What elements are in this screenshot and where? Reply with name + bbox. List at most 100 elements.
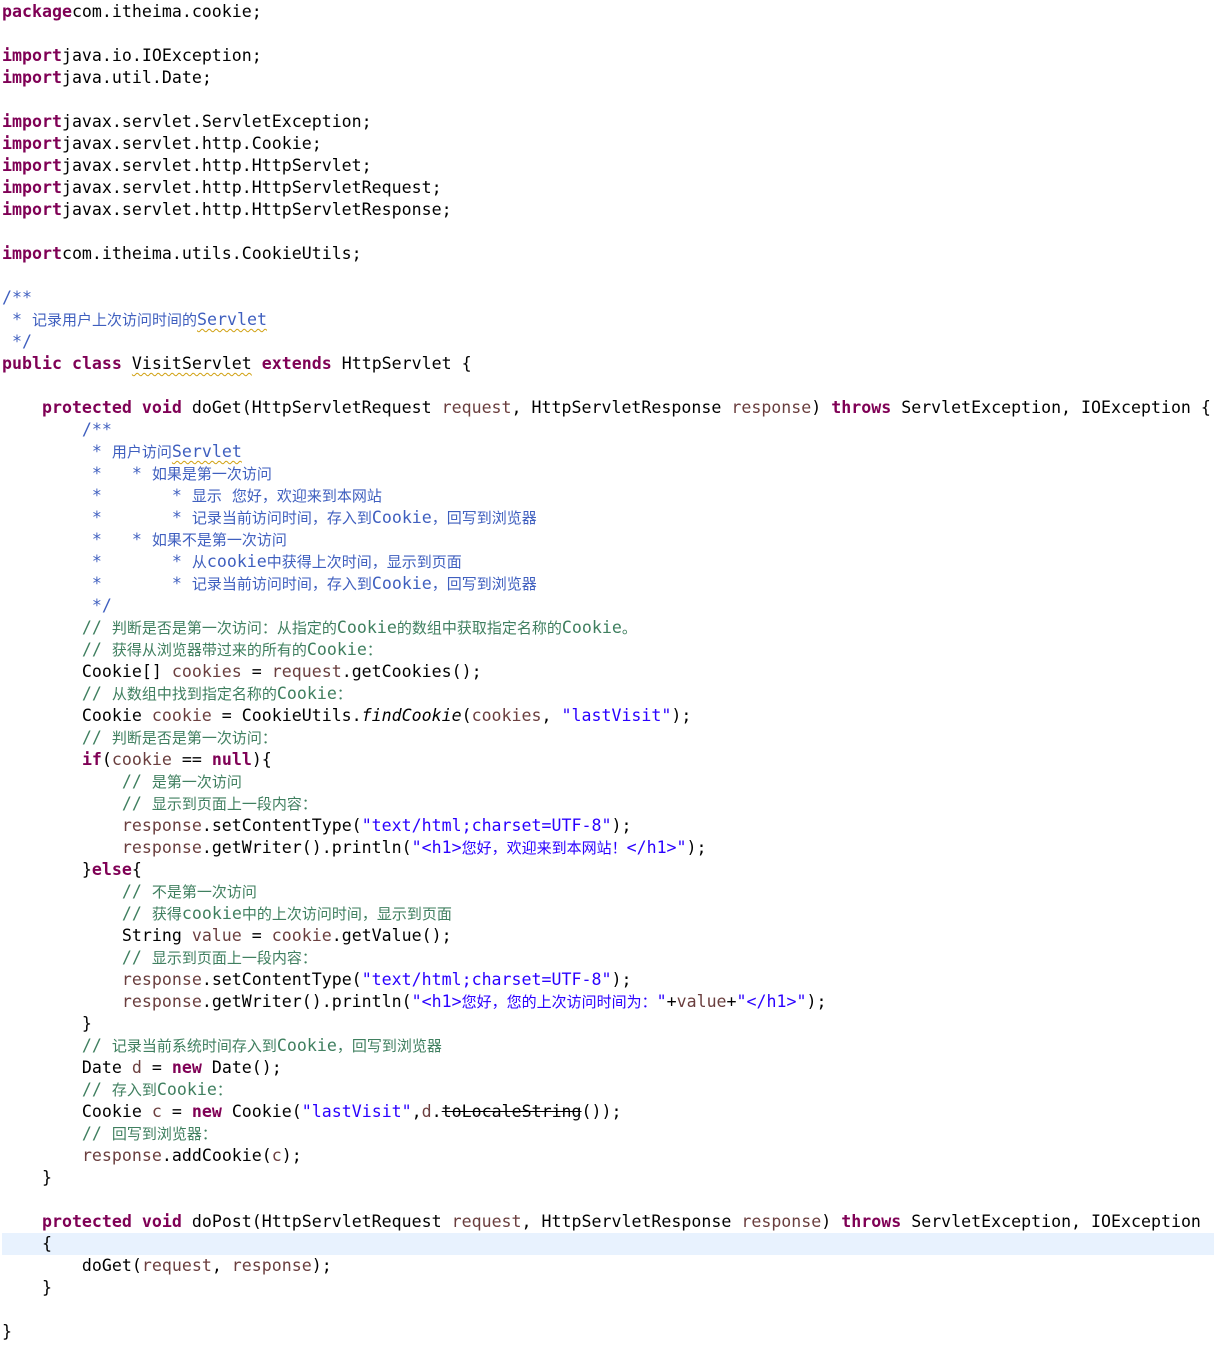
code-line[interactable]	[2, 89, 1214, 111]
code-line[interactable]: response.addCookie(c);	[2, 1145, 1214, 1167]
code-token: response	[121, 816, 202, 835]
code-line[interactable]: response.setContentType("text/html;chars…	[2, 969, 1214, 991]
code-line[interactable]: // 判断是否是第一次访问：从指定的Cookie的数组中获取指定名称的Cooki…	[2, 617, 1214, 639]
code-line[interactable]	[2, 1299, 1214, 1321]
code-token: response	[231, 1256, 312, 1275]
cjk-text: ：	[366, 641, 382, 659]
code-line[interactable]: Cookie cookie = CookieUtils.findCookie(c…	[2, 705, 1214, 727]
code-line[interactable]: // 是第一次访问	[2, 771, 1214, 793]
code-token: d	[131, 1058, 142, 1077]
code-token: // 获得从浏览器带过来的所有的Cookie：	[2, 640, 382, 659]
code-line[interactable]: Date d = new Date();	[2, 1057, 1214, 1079]
code-token: com.itheima.cookie;	[71, 2, 262, 21]
code-line[interactable]: // 获得从浏览器带过来的所有的Cookie：	[2, 639, 1214, 661]
cjk-text: ：	[216, 1081, 232, 1099]
code-line[interactable]: protected void doGet(HttpServletRequest …	[2, 397, 1214, 419]
code-line[interactable]	[2, 375, 1214, 397]
code-line[interactable]: */	[2, 331, 1214, 353]
code-token: "<h1>您好，欢迎来到本网站！</h1>"	[411, 838, 687, 857]
code-line[interactable]: protected void doPost(HttpServletRequest…	[2, 1211, 1214, 1233]
code-editor[interactable]: packagecom.itheima.cookie; importjava.io.…	[0, 0, 1214, 1363]
code-token: }	[2, 860, 92, 879]
code-line[interactable]: */	[2, 595, 1214, 617]
code-token: cookie	[271, 926, 332, 945]
code-token: javax.servlet.http.Cookie;	[61, 134, 322, 153]
code-line[interactable]: {	[2, 1233, 1214, 1255]
code-line[interactable]: importcom.itheima.utils.CookieUtils;	[2, 243, 1214, 265]
code-token: ());	[581, 1102, 622, 1121]
code-line[interactable]: // 存入到Cookie：	[2, 1079, 1214, 1101]
code-line[interactable]: // 记录当前系统时间存入到Cookie，回写到浏览器	[2, 1035, 1214, 1057]
code-line[interactable]: importjavax.servlet.ServletException;	[2, 111, 1214, 133]
code-line[interactable]: // 从数组中找到指定名称的Cookie：	[2, 683, 1214, 705]
code-line[interactable]	[2, 1189, 1214, 1211]
code-token: ,	[411, 1102, 422, 1121]
code-token: Date();	[201, 1058, 282, 1077]
code-line[interactable]: packagecom.itheima.cookie;	[2, 1, 1214, 23]
code-line[interactable]: }	[2, 1277, 1214, 1299]
code-line[interactable]: Cookie[] cookies = request.getCookies();	[2, 661, 1214, 683]
code-line[interactable]: importjava.io.IOException;	[2, 45, 1214, 67]
code-line[interactable]: // 判断是否是第一次访问：	[2, 727, 1214, 749]
code-token: import	[2, 112, 62, 131]
code-token: import	[2, 68, 62, 87]
code-line[interactable]: /**	[2, 419, 1214, 441]
code-line[interactable]: if(cookie == null){	[2, 749, 1214, 771]
code-line[interactable]: // 显示到页面上一段内容：	[2, 793, 1214, 815]
code-line[interactable]: // 不是第一次访问	[2, 881, 1214, 903]
code-line[interactable]: response.setContentType("text/html;chars…	[2, 815, 1214, 837]
code-token: */	[2, 332, 32, 351]
code-line[interactable]: public class VisitServlet extends HttpSe…	[2, 353, 1214, 375]
code-token: * * 如果是第一次访问	[2, 464, 272, 483]
code-token: response	[81, 1146, 162, 1165]
code-line[interactable]: importjavax.servlet.http.HttpServletRequ…	[2, 177, 1214, 199]
code-token: +	[726, 992, 737, 1011]
code-line[interactable]: }	[2, 1321, 1214, 1343]
code-line[interactable]	[2, 265, 1214, 287]
code-line[interactable]	[2, 221, 1214, 243]
code-line[interactable]: Cookie c = new Cookie("lastVisit",d.toLo…	[2, 1101, 1214, 1123]
code-line[interactable]: // 显示到页面上一段内容：	[2, 947, 1214, 969]
code-token: import	[2, 46, 62, 65]
code-token: .setContentType(	[201, 816, 362, 835]
code-line[interactable]: * * 记录当前访问时间，存入到Cookie，回写到浏览器	[2, 507, 1214, 529]
code-token: );	[686, 838, 707, 857]
code-line[interactable]: }	[2, 1167, 1214, 1189]
code-token: );	[311, 1256, 332, 1275]
code-line[interactable]	[2, 23, 1214, 45]
code-line[interactable]: importjavax.servlet.http.HttpServletResp…	[2, 199, 1214, 221]
code-line[interactable]: response.getWriter().println("<h1>您好，您的上…	[2, 991, 1214, 1013]
code-token: ServletException, IOException	[901, 1212, 1201, 1231]
code-line[interactable]: * 用户访问Servlet	[2, 441, 1214, 463]
code-token: findCookie	[361, 706, 462, 725]
code-token: import	[2, 178, 62, 197]
code-line[interactable]: // 回写到浏览器：	[2, 1123, 1214, 1145]
code-token: */	[2, 596, 112, 615]
code-line[interactable]: importjava.util.Date;	[2, 67, 1214, 89]
code-line[interactable]: importjavax.servlet.http.Cookie;	[2, 133, 1214, 155]
code-token: * * 记录当前访问时间，存入到Cookie，回写到浏览器	[2, 574, 537, 593]
code-line[interactable]: * * 如果是第一次访问	[2, 463, 1214, 485]
code-token: );	[806, 992, 827, 1011]
code-line[interactable]: * * 显示 您好，欢迎来到本网站	[2, 485, 1214, 507]
code-line[interactable]: doGet(request, response);	[2, 1255, 1214, 1277]
code-token: "text/html;charset=UTF-8"	[361, 816, 612, 835]
code-line[interactable]: * * 从cookie中获得上次时间，显示到页面	[2, 551, 1214, 573]
code-line[interactable]: importjavax.servlet.http.HttpServlet;	[2, 155, 1214, 177]
code-token: (	[101, 750, 112, 769]
code-line[interactable]: response.getWriter().println("<h1>您好，欢迎来…	[2, 837, 1214, 859]
code-line[interactable]: * * 记录当前访问时间，存入到Cookie，回写到浏览器	[2, 573, 1214, 595]
code-token: "text/html;charset=UTF-8"	[361, 970, 612, 989]
code-line[interactable]: * * 如果不是第一次访问	[2, 529, 1214, 551]
code-line[interactable]: }else{	[2, 859, 1214, 881]
code-line[interactable]: * 记录用户上次访问时间的Servlet	[2, 309, 1214, 331]
code-line[interactable]: // 获得cookie中的上次访问时间，显示到页面	[2, 903, 1214, 925]
code-line[interactable]: }	[2, 1013, 1214, 1035]
code-token: null	[211, 750, 252, 769]
code-line[interactable]: String value = cookie.getValue();	[2, 925, 1214, 947]
code-token: // 显示到页面上一段内容：	[2, 794, 317, 813]
code-line[interactable]: /**	[2, 287, 1214, 309]
